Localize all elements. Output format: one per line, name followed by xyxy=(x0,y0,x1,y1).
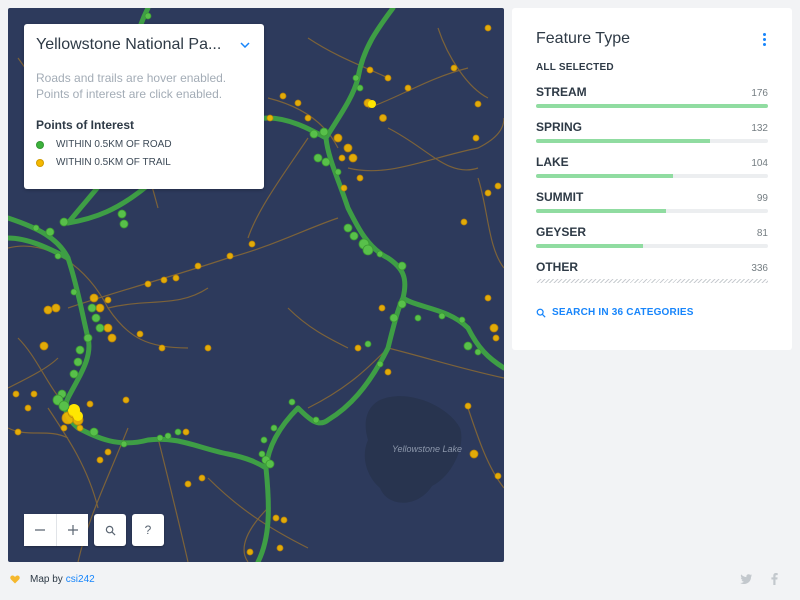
green-dot-icon xyxy=(36,140,44,149)
category-row-other[interactable]: OTHER 336 xyxy=(536,260,768,283)
facebook-icon[interactable] xyxy=(768,573,780,585)
category-name: GEYSER xyxy=(536,225,587,239)
legend-item-trail: WITHIN 0.5KM OF TRAIL xyxy=(36,157,252,168)
search-categories-label: SEARCH IN 36 CATEGORIES xyxy=(552,307,694,318)
zoom-in-button[interactable] xyxy=(56,514,88,546)
search-icon xyxy=(105,525,116,536)
map-by-label: Map by xyxy=(30,574,63,585)
category-bar-track xyxy=(536,174,768,178)
vertical-dots-icon[interactable] xyxy=(760,31,768,47)
category-bar-fill xyxy=(536,139,710,143)
category-row-summit[interactable]: SUMMIT 99 xyxy=(536,190,768,213)
map-title: Yellowstone National Pa... xyxy=(36,36,222,53)
category-row-lake[interactable]: LAKE 104 xyxy=(536,155,768,178)
plus-icon xyxy=(67,525,78,535)
legend-item-label: WITHIN 0.5KM OF TRAIL xyxy=(56,157,171,168)
feature-type-widget: Feature Type ALL SELECTED STREAM 176 SPR… xyxy=(512,8,792,350)
category-name: STREAM xyxy=(536,85,587,99)
minus-icon xyxy=(35,529,45,531)
chevron-down-icon[interactable] xyxy=(238,38,252,52)
category-bar-track xyxy=(536,244,768,248)
map-description-line2: Points of interest are click enabled. xyxy=(36,87,223,101)
category-name: SUMMIT xyxy=(536,190,584,204)
category-bar-fill xyxy=(536,244,643,248)
lake-label: Yellowstone Lake xyxy=(392,444,463,454)
selection-status[interactable]: ALL SELECTED xyxy=(536,62,768,73)
category-count: 99 xyxy=(756,193,768,204)
zoom-out-button[interactable] xyxy=(24,514,56,546)
map-search-button[interactable] xyxy=(94,514,126,546)
category-row-stream[interactable]: STREAM 176 xyxy=(536,85,768,108)
legend-heading: Points of Interest xyxy=(36,118,135,132)
category-row-spring[interactable]: SPRING 132 xyxy=(536,120,768,143)
category-bar-track xyxy=(536,104,768,108)
search-icon xyxy=(536,308,546,318)
map-controls: ? xyxy=(24,514,164,546)
category-bar-hatched xyxy=(536,279,768,283)
map-description: Roads and trails are hover enabled. Poin… xyxy=(36,70,252,102)
twitter-icon[interactable] xyxy=(740,573,752,585)
author-link[interactable]: csi242 xyxy=(66,574,95,585)
category-bar-fill xyxy=(536,174,673,178)
category-count: 176 xyxy=(751,88,768,99)
category-row-geyser[interactable]: GEYSER 81 xyxy=(536,225,768,248)
legend-item-label: WITHIN 0.5KM OF ROAD xyxy=(56,139,172,150)
search-categories-link[interactable]: SEARCH IN 36 CATEGORIES xyxy=(536,307,768,318)
zoom-control-group xyxy=(24,514,88,546)
category-count: 336 xyxy=(751,263,768,274)
category-count: 104 xyxy=(751,158,768,169)
category-bar-track xyxy=(536,279,768,283)
category-name: OTHER xyxy=(536,260,578,274)
footer-credit: Map by csi242 xyxy=(10,574,95,585)
map-canvas[interactable]: Yellowstone Lake Yellowstone National Pa… xyxy=(8,8,504,562)
category-bar-fill xyxy=(536,209,666,213)
map-description-line1: Roads and trails are hover enabled. xyxy=(36,71,227,85)
help-label: ? xyxy=(144,523,152,537)
category-name: LAKE xyxy=(536,155,569,169)
widget-title: Feature Type xyxy=(536,30,630,47)
category-count: 132 xyxy=(751,123,768,134)
category-bar-fill xyxy=(536,104,768,108)
heart-icon xyxy=(10,575,20,584)
category-name: SPRING xyxy=(536,120,583,134)
social-links xyxy=(740,573,780,585)
map-legend-card: Yellowstone National Pa... Roads and tra… xyxy=(24,24,264,189)
legend-item-road: WITHIN 0.5KM OF ROAD xyxy=(36,139,252,150)
category-bar-track xyxy=(536,139,768,143)
help-button[interactable]: ? xyxy=(132,514,164,546)
category-bar-track xyxy=(536,209,768,213)
category-count: 81 xyxy=(756,228,768,239)
orange-dot-icon xyxy=(36,158,44,167)
